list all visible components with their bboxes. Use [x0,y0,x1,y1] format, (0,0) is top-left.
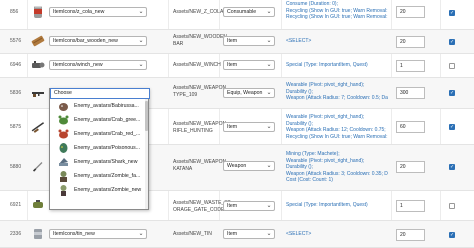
chevron-down-icon: ⌄ [266,9,272,15]
properties-list[interactable]: Special (Type: ImportantItem, Quest) [286,202,368,209]
properties-list[interactable]: <SELECT> [286,231,311,238]
dropdown-option[interactable]: Enemy_avatars/Zombie_new [50,183,150,197]
chevron-down-icon: ⌄ [266,203,272,209]
sprite-select[interactable]: ItemIcons/z_cola_new ⌄ [49,7,147,17]
enabled-checkbox[interactable] [449,90,455,96]
value-input[interactable]: 20 [396,36,425,48]
sprite-select[interactable]: ItemIcons/tin_new ⌄ [49,229,147,239]
chevron-down-icon: ⌄ [138,9,144,15]
type-select[interactable]: Item ⌄ [223,60,275,70]
dropdown-scrollbar[interactable] [145,99,148,209]
asset-path: Assets/NEW_WEAPON_ TYPE_109 [173,85,229,98]
asset-path: Assets/NEW_WEAPON_ RIFLE_HUNTING [173,121,229,134]
row-id: 5875 [10,124,22,130]
hunting-rifle-icon [31,122,45,133]
sprite-select[interactable]: ItemIcons/winch_new ⌄ [49,60,147,70]
properties-list[interactable]: Special (Type: ImportantItem, Quest) [286,62,368,69]
type-select[interactable]: Weapon ⌄ [223,161,275,171]
dropdown-option[interactable]: Enemy_avatars/Poisonous... [50,141,150,155]
type-select[interactable]: Item ⌄ [223,36,275,46]
value-input[interactable]: 1 [396,60,425,72]
row-id: 5836 [10,90,22,96]
dropdown-option[interactable]: Enemy_avatars/Crab_gree... [50,113,150,127]
sprite-dropdown-menu: Choose Enemy_avatars/Babirussa... Enemy_… [49,88,150,210]
type-select[interactable]: Equip, Weapon ⌄ [223,88,275,98]
chevron-down-icon: ⌄ [266,163,272,169]
value-input[interactable]: 20 [396,229,425,241]
asset-path: Assets/NEW_WOODEN_ BAR [173,34,230,47]
dropdown-option[interactable]: Enemy_avatars/Zombie_fa... [50,169,150,183]
chevron-down-icon: ⌄ [266,38,272,44]
row-id: 6946 [10,62,22,68]
chevron-down-icon: ⌄ [138,62,144,68]
tin-can-icon [34,229,42,239]
dropdown-option[interactable]: Enemy_avatars/Shark_new [50,155,150,169]
chevron-down-icon: ⌄ [266,124,272,130]
properties-list[interactable]: Wearable (Pivot: pivot_right_hand); Durab… [286,82,388,102]
enabled-checkbox[interactable] [449,203,455,209]
row-id: 5576 [10,38,22,44]
chevron-down-icon: ⌄ [138,38,144,44]
asset-path: Assets/NEW_WASTE_ST ORAGE_GATE_CODE [173,200,231,213]
enabled-checkbox[interactable] [449,39,455,45]
type-select[interactable]: Consumable ⌄ [223,7,275,17]
babirussa-avatar-icon [59,103,68,111]
wooden-bar-icon [31,35,45,47]
table-row: 6946 ItemIcons/winch_new ⌄ Assets/NEW_WIN… [0,54,474,78]
zombie-avatar-icon [60,185,67,196]
type-select[interactable]: Item ⌄ [223,229,275,239]
chevron-down-icon: ⌄ [138,231,144,237]
winch-icon [32,61,45,68]
enabled-checkbox[interactable] [449,164,455,170]
sprite-filter-input[interactable]: Choose [50,88,150,99]
table-row: 5576 ItemIcons/bar_wooden_new ⌄ Assets/NE… [0,30,474,54]
table-row: 2336 ItemIcons/tin_new ⌄ Assets/NEW_TIN I… [0,221,474,248]
asset-path: Assets/NEW_Z_COLA [173,9,224,15]
row-id: 6921 [10,202,22,208]
shark-avatar-icon [59,158,68,166]
dropdown-option[interactable]: Enemy_avatars/Crab_red_... [50,127,150,141]
crab-green-avatar-icon [58,115,69,125]
value-input[interactable]: 300 [396,87,425,99]
value-input[interactable]: 20 [396,161,425,173]
asset-path: Assets/NEW_WINCH [173,62,221,68]
crab-red-avatar-icon [58,129,69,139]
chevron-down-icon: ⌄ [266,231,272,237]
value-input[interactable]: 1 [396,200,425,212]
table-row: 856 ItemIcons/z_cola_new ⌄ Assets/NEW_Z_C… [0,0,474,30]
properties-list[interactable]: <SELECT> [286,38,311,45]
cola-can-icon [34,6,42,18]
row-id: 856 [10,9,19,15]
chevron-down-icon: ⌄ [266,62,272,68]
katana-icon [33,162,43,172]
type-select[interactable]: Item ⌄ [223,201,275,211]
row-id: 2336 [10,231,22,237]
enabled-checkbox[interactable] [449,10,455,16]
rifle-icon [32,92,44,97]
enabled-checkbox[interactable] [449,63,455,69]
properties-list[interactable]: Wearable (Pivot: pivot_right_hand); Durab… [286,114,388,140]
scrollbar-thumb[interactable] [145,101,148,131]
gas-canister-icon [33,200,43,208]
enabled-checkbox[interactable] [449,124,455,130]
value-input[interactable]: 60 [396,121,425,133]
asset-path: Assets/NEW_WEAPON_ KATANA [173,159,229,172]
poisonous-avatar-icon [59,143,68,153]
asset-path: Assets/NEW_TIN [173,231,212,237]
type-select[interactable]: Item ⌄ [223,122,275,132]
properties-list[interactable]: Consume (Duration: 0); Recycling (Show In… [286,1,388,21]
value-input[interactable]: 20 [396,6,425,18]
properties-list[interactable]: Mining (Type: Machete); Wearable (Pivot: … [286,151,388,184]
sprite-select[interactable]: ItemIcons/bar_wooden_new ⌄ [49,36,147,46]
chevron-down-icon: ⌄ [266,90,272,96]
enabled-checkbox[interactable] [449,232,455,238]
zombie-fat-avatar-icon [60,171,67,182]
dropdown-option[interactable]: Enemy_avatars/Babirussa... [50,99,150,113]
row-id: 5880 [10,164,22,170]
